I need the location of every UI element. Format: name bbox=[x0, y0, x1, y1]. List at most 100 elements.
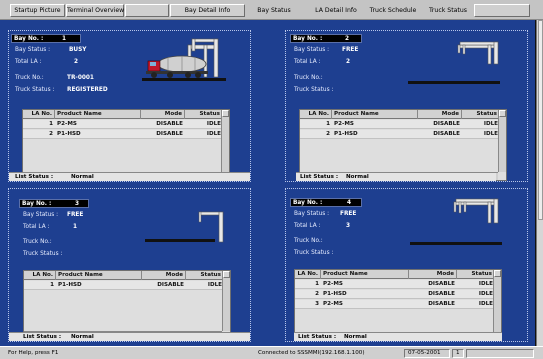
col-status[interactable]: Status bbox=[185, 110, 223, 119]
ground-line bbox=[410, 242, 502, 245]
bay-no-value: 2 bbox=[345, 36, 350, 42]
cell-la-no: 1 bbox=[50, 282, 54, 288]
cell-product: P1-HSD bbox=[323, 291, 347, 297]
bay-no-box: Bay No. : 1 bbox=[11, 34, 81, 43]
menu-bay-detail-info[interactable]: Bay Detail Info bbox=[170, 4, 245, 17]
col-mode[interactable]: Mode bbox=[142, 271, 186, 280]
cell-la-no: 1 bbox=[326, 121, 330, 127]
cell-status: IDLE bbox=[478, 291, 493, 297]
grid-header: LA No. Product Name Mode Status bbox=[295, 270, 495, 279]
grid-header: LA No. Product Name Mode Status bbox=[300, 110, 500, 119]
col-status[interactable]: Status bbox=[457, 270, 495, 279]
menu-la-detail-info[interactable]: LA Detail Info bbox=[308, 4, 364, 17]
menu-startup-picture[interactable]: Startup Picture bbox=[10, 4, 65, 17]
list-status-value: Normal bbox=[344, 334, 367, 340]
total-la-label: Total LA : bbox=[15, 59, 42, 65]
menu-bar: Startup Picture Terminal Overview Bay De… bbox=[0, 0, 543, 20]
main-vertical-scrollbar[interactable] bbox=[536, 20, 543, 346]
truck-no-label: Truck No.: bbox=[294, 75, 323, 81]
cell-mode: DISABLE bbox=[156, 121, 183, 127]
list-status-bar: List Status : Normal bbox=[9, 172, 250, 181]
col-product-name[interactable]: Product Name bbox=[55, 110, 141, 119]
la-grid[interactable]: LA No. Product Name Mode Status 1 P1-HSD… bbox=[23, 270, 231, 340]
grid-vertical-scrollbar[interactable] bbox=[222, 271, 230, 331]
col-mode[interactable]: Mode bbox=[418, 110, 462, 119]
bay-no-label: Bay No. : bbox=[22, 201, 52, 207]
col-la-no[interactable]: LA No. bbox=[300, 110, 332, 119]
table-row[interactable]: 3 P2-MS DISABLE IDLE bbox=[295, 300, 493, 309]
table-row[interactable]: 2 P1-HSD DISABLE IDLE bbox=[23, 130, 221, 139]
col-product-name[interactable]: Product Name bbox=[56, 271, 142, 280]
bay-panel-4[interactable]: Bay No. : 4 Bay Status : FREE Total LA :… bbox=[285, 188, 528, 342]
loading-arm-icon bbox=[457, 41, 499, 65]
col-product-name[interactable]: Product Name bbox=[321, 270, 409, 279]
page-indicator: 1 bbox=[452, 349, 464, 358]
cell-product: P2-MS bbox=[334, 121, 354, 127]
list-status-bar: List Status : Normal bbox=[296, 172, 496, 181]
menu-terminal-overview[interactable]: Terminal Overview bbox=[66, 4, 124, 17]
scrollbar-thumb[interactable] bbox=[538, 20, 543, 220]
grid-vertical-scrollbar[interactable] bbox=[221, 110, 229, 172]
col-product-name[interactable]: Product Name bbox=[332, 110, 418, 119]
truck-status-label: Truck Status : bbox=[294, 87, 334, 93]
bay-status-value: BUSY bbox=[69, 47, 87, 53]
col-mode[interactable]: Mode bbox=[141, 110, 185, 119]
menu-blank-1[interactable] bbox=[125, 4, 169, 17]
grid-vertical-scrollbar[interactable] bbox=[498, 110, 506, 172]
table-row[interactable]: 1 P2-MS DISABLE IDLE bbox=[295, 280, 493, 289]
table-row[interactable]: 2 P1-HSD DISABLE IDLE bbox=[295, 290, 493, 299]
la-grid[interactable]: LA No. Product Name Mode Status 1 P2-MS … bbox=[299, 109, 507, 181]
menu-bay-status[interactable]: Bay Status bbox=[252, 4, 296, 17]
scroll-up-arrow-icon[interactable] bbox=[223, 271, 230, 278]
col-status[interactable]: Status bbox=[186, 271, 224, 280]
status-blank-segment bbox=[466, 349, 534, 358]
la-grid[interactable]: LA No. Product Name Mode Status 1 P2-MS … bbox=[22, 109, 230, 181]
col-status[interactable]: Status bbox=[462, 110, 500, 119]
scroll-up-arrow-icon[interactable] bbox=[494, 270, 501, 277]
status-bar: For Help, press F1 Connected to SSSMMI(1… bbox=[0, 346, 543, 359]
bay-status-label: Bay Status : bbox=[294, 47, 330, 53]
scroll-up-arrow-icon[interactable] bbox=[222, 110, 229, 117]
list-status-value: Normal bbox=[346, 174, 369, 180]
cell-status: IDLE bbox=[206, 121, 221, 127]
scroll-up-arrow-icon[interactable] bbox=[499, 110, 506, 117]
col-mode[interactable]: Mode bbox=[409, 270, 457, 279]
truck-status-label: Truck Status : bbox=[23, 251, 63, 257]
cell-status: IDLE bbox=[478, 301, 493, 307]
la-grid[interactable]: LA No. Product Name Mode Status 1 P2-MS … bbox=[294, 269, 502, 341]
bay-no-label: Bay No. : bbox=[293, 36, 323, 42]
table-row[interactable]: 2 P1-HSD DISABLE IDLE bbox=[300, 130, 498, 139]
cell-la-no: 1 bbox=[49, 121, 53, 127]
list-status-bar: List Status : Normal bbox=[294, 332, 502, 341]
bay-panel-1[interactable]: Bay No. : 1 Bay Status : BUSY Total LA :… bbox=[8, 30, 251, 182]
total-la-label: Total LA : bbox=[23, 224, 50, 230]
bay-status-label: Bay Status : bbox=[294, 211, 330, 217]
list-status-label: List Status : bbox=[15, 174, 54, 180]
cell-status: IDLE bbox=[483, 131, 498, 137]
truck-status-value: REGISTERED bbox=[67, 87, 108, 93]
truck-no-label: Truck No.: bbox=[294, 238, 323, 244]
table-row[interactable]: 1 P2-MS DISABLE IDLE bbox=[23, 120, 221, 129]
total-la-label: Total LA : bbox=[294, 59, 321, 65]
table-row[interactable]: 1 P1-HSD DISABLE IDLE bbox=[24, 281, 222, 290]
cell-product: P1-HSD bbox=[57, 131, 81, 137]
list-status-label: List Status : bbox=[300, 174, 339, 180]
grid-header: LA No. Product Name Mode Status bbox=[24, 271, 224, 280]
bay-panel-2[interactable]: Bay No. : 2 Bay Status : FREE Total LA :… bbox=[285, 30, 528, 182]
cell-mode: DISABLE bbox=[157, 282, 184, 288]
bay-no-box: Bay No. : 4 bbox=[290, 198, 362, 207]
table-row[interactable]: 1 P2-MS DISABLE IDLE bbox=[300, 120, 498, 129]
date-display: 07-05-2001 bbox=[404, 349, 450, 358]
bay-panel-3[interactable]: Bay No. : 3 Bay Status : FREE Total LA :… bbox=[8, 188, 251, 342]
ground-line bbox=[408, 81, 500, 84]
bay-status-value: FREE bbox=[342, 47, 359, 53]
menu-truck-status[interactable]: Truck Status bbox=[424, 4, 472, 17]
truck-no-label: Truck No.: bbox=[23, 239, 52, 245]
col-la-no[interactable]: LA No. bbox=[295, 270, 321, 279]
col-la-no[interactable]: LA No. bbox=[23, 110, 55, 119]
grid-vertical-scrollbar[interactable] bbox=[493, 270, 501, 332]
total-la-value: 1 bbox=[73, 224, 78, 230]
menu-blank-2[interactable] bbox=[474, 4, 530, 17]
menu-truck-schedule[interactable]: Truck Schedule bbox=[365, 4, 421, 17]
col-la-no[interactable]: LA No. bbox=[24, 271, 56, 280]
